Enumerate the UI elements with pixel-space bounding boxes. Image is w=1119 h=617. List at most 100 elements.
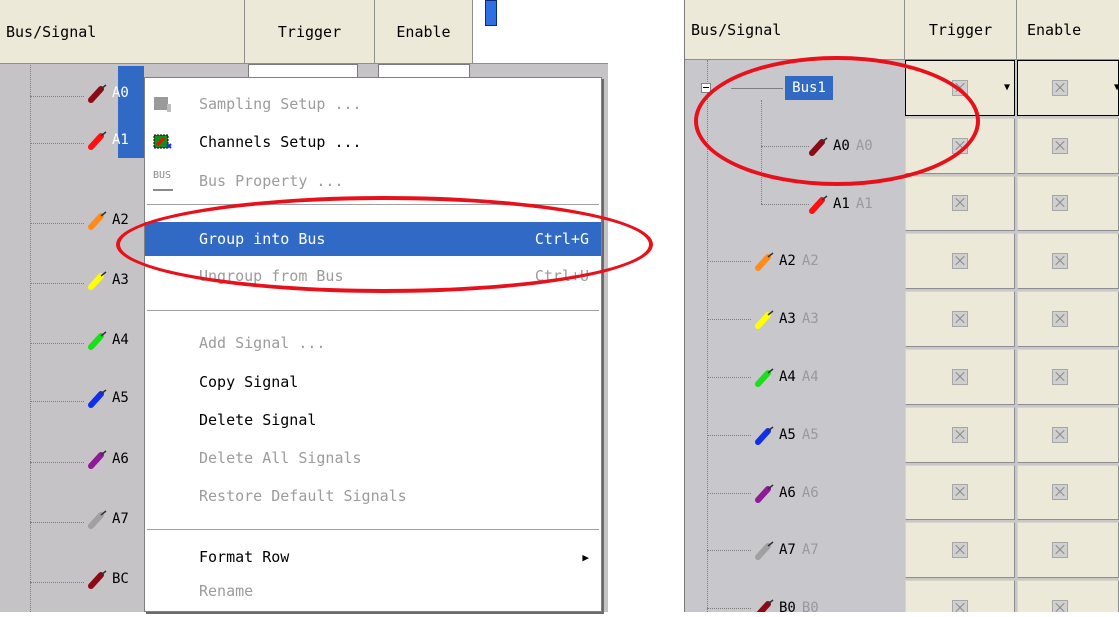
menu-label: Ungroup from Bus [199,267,344,285]
enable-cell[interactable] [1017,522,1119,579]
disabled-checkbox-icon [952,426,968,443]
menu-separator [147,310,599,312]
menu-item-copy-signal[interactable]: Copy Signal [145,365,601,399]
menu-item-delete-signal[interactable]: Delete Signal [145,403,601,437]
probe-icon [809,137,828,156]
menu-label: Sampling Setup ... [199,95,362,113]
signal-row-a3[interactable]: A3 A3 [755,308,819,330]
signal-row-bc[interactable]: BC [88,568,129,590]
dropdown-arrow-icon[interactable]: ▼ [1114,82,1119,93]
trigger-cell[interactable] [905,522,1015,579]
signal-row-a0[interactable]: A0 A0 [809,135,873,157]
menu-item-channels-setup[interactable]: Channels Setup ... [145,125,601,159]
signal-row-a6[interactable]: A6 [88,448,129,470]
enable-cell[interactable] [1017,464,1119,521]
sampling-setup-icon [154,97,171,112]
header-bus-signal[interactable]: Bus/Signal [685,0,905,60]
trigger-cell[interactable] [905,406,1015,463]
header-enable[interactable]: Enable [375,0,473,64]
menu-label: Copy Signal [199,373,299,391]
trigger-cell[interactable]: ▼ [905,60,1015,116]
signal-name: A4 [779,369,796,385]
signal-row-a1[interactable]: A1 [88,129,129,151]
menu-item-delete-all-signals[interactable]: Delete All Signals [145,441,601,475]
dropdown-arrow-icon[interactable]: ▼ [1004,82,1010,93]
signal-alias: A6 [801,484,819,501]
trigger-cell[interactable] [905,349,1015,405]
menu-item-sampling-setup[interactable]: Sampling Setup ... [145,87,601,121]
signal-name: A2 [779,253,796,270]
signal-row-a6[interactable]: A6 A6 [755,482,819,504]
enable-cell[interactable] [1017,406,1119,463]
menu-item-ungroup-from-bus[interactable]: Ungroup from Bus Ctrl+U [145,259,601,293]
menu-label: Restore Default Signals [199,487,407,505]
context-menu: Sampling Setup ... Channels Setup ... BU… [144,77,602,612]
tree-branch [30,223,84,224]
enable-cell[interactable] [1017,580,1119,612]
menu-separator [147,529,599,531]
disabled-checkbox-icon [952,311,968,328]
channels-setup-icon [153,134,172,149]
trigger-cell[interactable] [905,175,1015,232]
enable-cell[interactable] [1017,175,1119,232]
time-cursor-marker[interactable] [485,0,497,26]
enable-cell[interactable]: ▼ [1017,60,1119,116]
menu-item-restore-default-signals[interactable]: Restore Default Signals [145,479,601,513]
signal-name: A1 [112,132,129,148]
disabled-checkbox-icon [952,79,968,96]
signal-row-a2[interactable]: A2 [88,209,129,231]
menu-item-add-signal[interactable]: Add Signal ... [145,326,601,360]
right-signal-panel: Bus/Signal Trigger Enable Bus1 ▼ ▼ A0A0 A1A… [684,0,1119,612]
menu-label: Rename [199,582,254,600]
disabled-checkbox-icon [1052,368,1068,385]
submenu-arrow-icon: ▶ [582,550,589,564]
header-bus-signal[interactable]: Bus/Signal [0,0,245,64]
signal-name: A7 [112,511,129,527]
trigger-cell[interactable] [248,64,358,78]
trigger-cell[interactable] [905,580,1015,612]
signal-row-a7[interactable]: A7 A7 [755,539,819,561]
signal-row-a4[interactable]: A4 [88,329,129,351]
enable-cell[interactable] [378,64,470,78]
signal-name: A0 [112,85,129,101]
tree-branch [761,145,809,147]
signal-row-a5[interactable]: A5 A5 [755,424,819,446]
signal-row-a2[interactable]: A2 A2 [755,250,819,272]
signal-name: A7 [779,542,796,559]
tree-branch [761,203,809,205]
enable-cell[interactable] [1017,291,1119,347]
trigger-cell[interactable] [905,464,1015,521]
trigger-cell[interactable] [905,233,1015,290]
signal-row-a7[interactable]: A7 [88,508,129,530]
header-trigger[interactable]: Trigger [245,0,375,64]
menu-item-group-into-bus[interactable]: Group into Bus Ctrl+G [145,222,601,256]
trigger-cell[interactable] [905,291,1015,347]
menu-item-rename[interactable]: Rename [145,574,601,608]
bus-node-bus1[interactable]: Bus1 [785,76,833,100]
menu-shortcut: Ctrl+G [534,230,589,248]
signal-row-a1[interactable]: A1 A1 [809,193,873,215]
probe-icon [755,252,774,272]
signal-row-a3[interactable]: A3 [88,269,129,291]
enable-cell[interactable] [1017,233,1119,290]
menu-separator [147,204,599,206]
header-enable[interactable]: Enable [1017,0,1119,60]
collapse-toggle-icon[interactable] [701,83,711,93]
signal-row-a0[interactable]: A0 [88,82,129,104]
trigger-cell[interactable] [905,117,1015,174]
tree-branch [30,582,84,583]
signal-row-b0[interactable]: B0 B0 [755,597,819,612]
menu-item-format-row[interactable]: Format Row ▶ [145,540,601,574]
disabled-checkbox-icon [952,137,968,154]
menu-item-bus-property[interactable]: BUS Bus Property ... [145,164,601,198]
tree-branch [707,377,751,378]
probe-icon [88,510,107,529]
enable-cell[interactable] [1017,117,1119,174]
signal-row-a4[interactable]: A4 A4 [755,366,819,388]
header-trigger[interactable]: Trigger [905,0,1017,60]
probe-icon [809,195,828,214]
signal-row-a5[interactable]: A5 [88,387,129,409]
probe-icon [88,450,107,469]
enable-cell[interactable] [1017,349,1119,405]
signal-name: A4 [112,332,129,348]
